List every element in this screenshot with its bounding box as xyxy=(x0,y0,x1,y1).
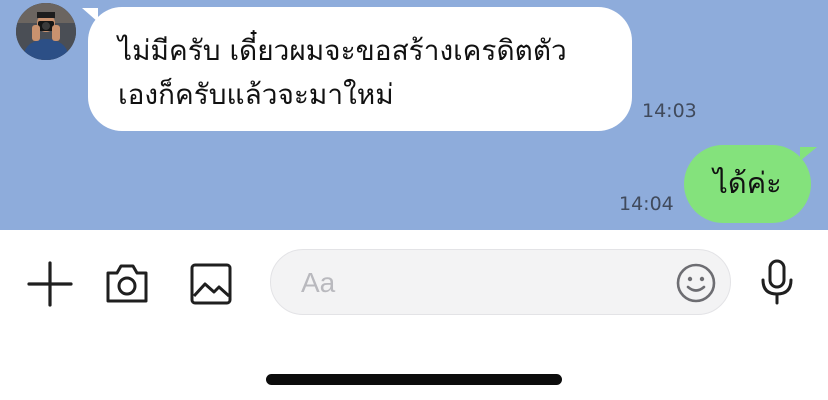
outgoing-message-text: ได้ค่ะ xyxy=(713,166,782,200)
incoming-message-text: ไม่มีครับ เดี๋ยวผมจะขอสร้างเครดิตตัว เอง… xyxy=(118,34,567,111)
plus-icon[interactable] xyxy=(27,261,73,311)
avatar-photo xyxy=(16,3,76,60)
incoming-message-bubble[interactable]: ไม่มีครับ เดี๋ยวผมจะขอสร้างเครดิตตัว เอง… xyxy=(88,7,632,131)
home-indicator[interactable] xyxy=(266,374,562,385)
outgoing-message-bubble[interactable]: ได้ค่ะ xyxy=(684,145,811,223)
camera-icon[interactable] xyxy=(104,261,150,309)
image-icon[interactable] xyxy=(189,262,233,310)
outgoing-message-time: 14:04 xyxy=(619,193,674,215)
message-input[interactable] xyxy=(299,264,673,302)
message-input-box[interactable] xyxy=(270,249,731,315)
emoji-icon[interactable] xyxy=(676,263,716,307)
contact-avatar[interactable] xyxy=(16,3,76,60)
chat-area: ไม่มีครับ เดี๋ยวผมจะขอสร้างเครดิตตัว เอง… xyxy=(0,0,828,230)
message-toolbar xyxy=(0,230,828,340)
microphone-icon[interactable] xyxy=(759,258,795,310)
incoming-message-time: 14:03 xyxy=(642,100,697,122)
